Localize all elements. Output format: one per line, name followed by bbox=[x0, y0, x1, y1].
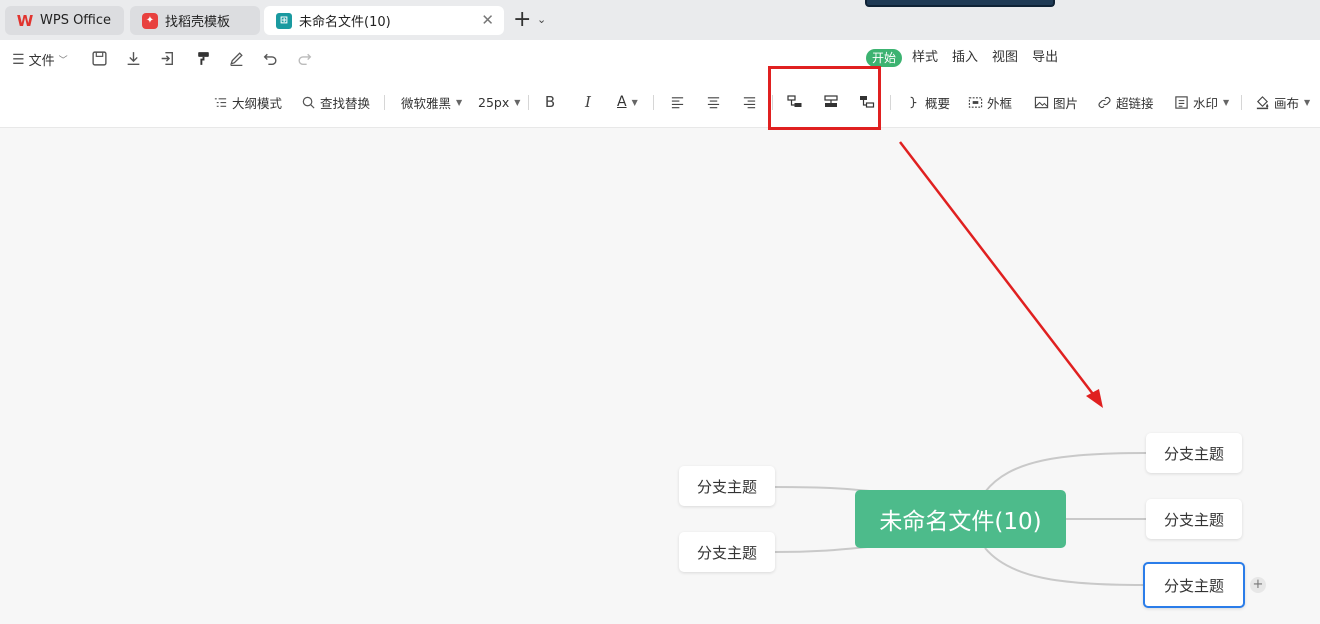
image-button[interactable]: 图片 bbox=[1034, 92, 1078, 112]
wps-logo-icon: W bbox=[16, 11, 34, 30]
find-replace-button[interactable]: 查找替换 bbox=[301, 92, 370, 112]
branch-topic-left-1[interactable]: 分支主题 bbox=[679, 466, 775, 506]
save-icon[interactable] bbox=[88, 47, 110, 69]
watermark-label: 水印 bbox=[1193, 95, 1219, 111]
font-color-button[interactable]: A ▼ bbox=[617, 92, 638, 112]
annotation-highlight-box bbox=[768, 66, 881, 130]
mindmap-icon: ⊞ bbox=[276, 12, 292, 29]
hyperlink-label: 超链接 bbox=[1116, 95, 1154, 111]
new-tab-icon[interactable]: + bbox=[513, 9, 531, 31]
canvas-button[interactable]: 画布 ▼ bbox=[1255, 92, 1310, 112]
file-menu-button[interactable]: ☰ 文件 ﹀ bbox=[12, 50, 68, 70]
tab-current-document[interactable]: ⊞ 未命名文件(10) ✕ bbox=[264, 6, 504, 35]
summary-button[interactable]: 概要 bbox=[906, 92, 950, 112]
italic-button[interactable]: I bbox=[577, 90, 599, 114]
tab-label: WPS Office bbox=[40, 13, 112, 28]
download-icon[interactable] bbox=[122, 47, 144, 69]
tab-style[interactable]: 样式 bbox=[912, 49, 938, 67]
watermark-button[interactable]: 水印 ▼ bbox=[1174, 92, 1229, 112]
divider bbox=[528, 95, 529, 110]
caret-down-icon: ▼ bbox=[1304, 97, 1311, 107]
watermark-icon bbox=[1175, 95, 1188, 109]
menu-icon: ☰ bbox=[12, 51, 25, 68]
align-left-icon[interactable] bbox=[666, 90, 688, 114]
tab-bar: W WPS Office ✦ 找稻壳模板 ⊞ 未命名文件(10) ✕ + ⌄ bbox=[0, 0, 1320, 40]
outline-icon bbox=[214, 97, 227, 107]
tab-export[interactable]: 导出 bbox=[1032, 49, 1058, 67]
undo-icon[interactable] bbox=[259, 47, 281, 69]
tab-insert[interactable]: 插入 bbox=[952, 49, 978, 67]
tab-wps-office[interactable]: W WPS Office bbox=[5, 6, 124, 35]
file-menu-label: 文件 bbox=[28, 54, 55, 69]
root-topic[interactable]: 未命名文件(10) bbox=[855, 490, 1066, 548]
caret-down-icon: ▼ bbox=[1223, 97, 1230, 107]
divider bbox=[384, 95, 385, 110]
eraser-icon[interactable] bbox=[225, 47, 247, 69]
docer-icon: ✦ bbox=[142, 12, 158, 29]
branch-topic-right-2[interactable]: 分支主题 bbox=[1146, 499, 1242, 539]
bold-button[interactable]: B bbox=[539, 90, 561, 114]
frame-button[interactable]: 外框 bbox=[968, 92, 1012, 112]
search-icon bbox=[302, 96, 315, 109]
align-right-icon[interactable] bbox=[738, 90, 760, 114]
divider bbox=[653, 95, 654, 110]
menu-row: ☰ 文件 ﹀ 开始 样式 插入 视图 导出 bbox=[0, 40, 1320, 76]
caret-down-icon: ▼ bbox=[631, 97, 638, 107]
chevron-down-icon: ﹀ bbox=[58, 56, 68, 66]
overlapping-window bbox=[865, 0, 1055, 7]
font-family-value: 微软雅黑 bbox=[401, 95, 452, 111]
ribbon-tabs: 开始 样式 插入 视图 导出 bbox=[866, 49, 1072, 67]
tab-label: 未命名文件(10) bbox=[299, 15, 391, 30]
font-size-value: 25px bbox=[478, 94, 510, 110]
divider bbox=[890, 95, 891, 110]
add-child-icon[interactable]: + bbox=[1250, 577, 1266, 593]
caret-down-icon: ▼ bbox=[514, 97, 521, 107]
export-icon[interactable] bbox=[156, 47, 178, 69]
paint-bucket-icon bbox=[1256, 95, 1269, 109]
link-icon bbox=[1098, 96, 1111, 108]
branch-topic-right-1[interactable]: 分支主题 bbox=[1146, 433, 1242, 473]
branch-topic-right-3-selected[interactable]: 分支主题 bbox=[1143, 562, 1245, 608]
find-replace-label: 查找替换 bbox=[320, 95, 371, 111]
image-label: 图片 bbox=[1053, 95, 1079, 111]
branch-topic-left-2[interactable]: 分支主题 bbox=[679, 532, 775, 572]
frame-label: 外框 bbox=[987, 95, 1013, 111]
outline-mode-button[interactable]: 大纲模式 bbox=[213, 92, 282, 112]
tab-view[interactable]: 视图 bbox=[992, 49, 1018, 67]
ribbon-toolbar: 大纲模式 查找替换 微软雅黑 ▼ 25px ▼ B I A ▼ 概要 外框 图片… bbox=[0, 76, 1320, 128]
summary-label: 概要 bbox=[925, 95, 951, 111]
font-color-icon: A bbox=[617, 94, 627, 110]
hyperlink-button[interactable]: 超链接 bbox=[1097, 92, 1154, 112]
font-family-select[interactable]: 微软雅黑 ▼ bbox=[401, 92, 462, 112]
align-center-icon[interactable] bbox=[702, 90, 724, 114]
canvas-label: 画布 bbox=[1274, 95, 1300, 111]
tab-label: 找稻壳模板 bbox=[165, 15, 231, 30]
frame-icon bbox=[968, 96, 983, 108]
mindmap-canvas[interactable] bbox=[0, 128, 1320, 624]
image-icon bbox=[1034, 96, 1049, 108]
chevron-down-icon[interactable]: ⌄ bbox=[537, 13, 546, 26]
tab-start[interactable]: 开始 bbox=[866, 49, 903, 67]
font-size-select[interactable]: 25px ▼ bbox=[478, 92, 520, 112]
tab-docer-templates[interactable]: ✦ 找稻壳模板 bbox=[130, 6, 260, 35]
divider bbox=[1241, 95, 1242, 110]
close-icon[interactable]: ✕ bbox=[481, 12, 494, 28]
outline-mode-label: 大纲模式 bbox=[232, 95, 283, 111]
format-painter-icon[interactable] bbox=[192, 47, 214, 69]
caret-down-icon: ▼ bbox=[456, 97, 463, 107]
bracket-icon bbox=[910, 96, 917, 108]
redo-icon[interactable] bbox=[293, 47, 315, 69]
